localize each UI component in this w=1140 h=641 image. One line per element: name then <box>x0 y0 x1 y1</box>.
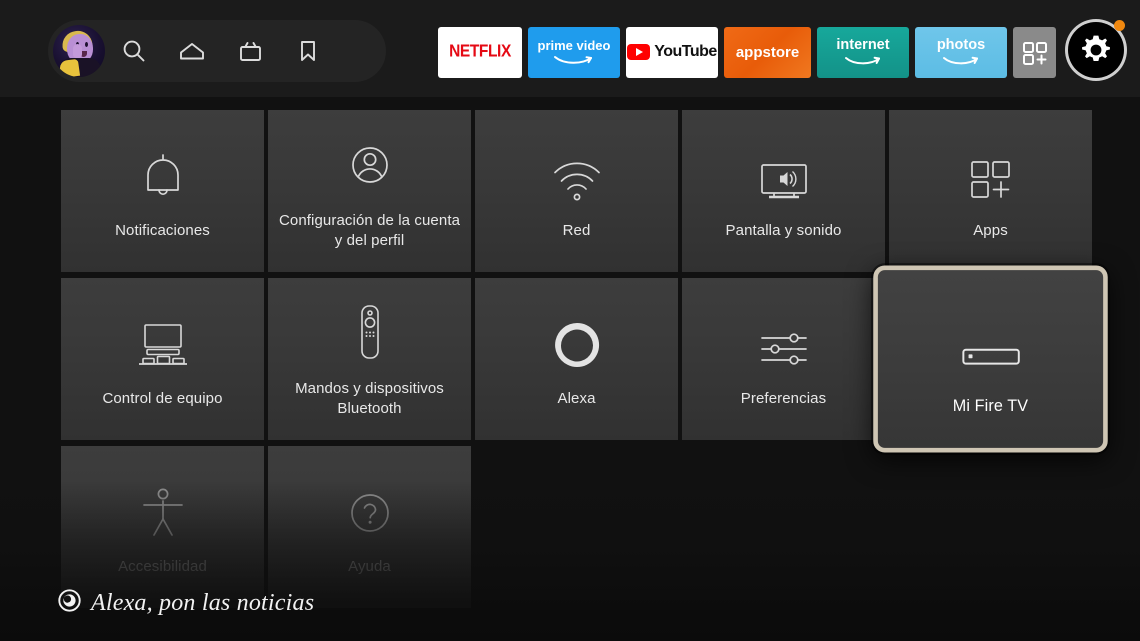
settings-tile-label: Accesibilidad <box>118 558 207 575</box>
settings-tile-apps[interactable]: Apps <box>889 110 1092 272</box>
settings-tile-label: Preferencias <box>740 390 827 407</box>
photos-label: photos <box>936 37 986 54</box>
settings-tile-label: Pantalla y sonido <box>725 222 842 239</box>
alexa-voice-hint: Alexa, pon las noticias <box>58 589 314 617</box>
home-icon[interactable] <box>163 20 221 82</box>
fire-tv-stick-icon <box>958 301 1023 373</box>
alexa-ring-icon <box>551 309 603 371</box>
top-navigation-bar: NETFLIX prime video YouTube appstore int… <box>0 0 1140 97</box>
app-shortcut-netflix[interactable]: NETFLIX <box>438 26 522 78</box>
app-shortcut-youtube[interactable]: YouTube <box>626 26 718 78</box>
avatar-shoulder <box>58 58 81 77</box>
settings-tile-configuracion-cuenta-perfil[interactable]: Configuración de la cuenta y del perfil <box>268 110 471 272</box>
settings-tile-notificaciones[interactable]: Notificaciones <box>61 110 264 272</box>
avatar-eye-right <box>85 42 88 47</box>
notification-badge <box>1114 19 1125 31</box>
youtube-label: YouTube <box>654 43 717 60</box>
settings-tile-label: Notificaciones <box>115 222 210 239</box>
settings-tile-control-equipo[interactable]: Control de equipo <box>61 278 264 440</box>
apps-plus-glyph <box>1022 42 1047 65</box>
account-profile-icon <box>344 131 396 193</box>
fire-tv-settings-screen: NETFLIX prime video YouTube appstore int… <box>0 0 1140 641</box>
settings-tile-accesibilidad[interactable]: Accesibilidad <box>61 446 264 608</box>
app-shortcut-internet[interactable]: internet <box>817 26 909 78</box>
prime-video-label: prime video <box>537 38 611 53</box>
equipment-control-icon <box>131 309 195 371</box>
wifi-icon <box>549 141 605 203</box>
settings-tile-mi-fire-tv[interactable]: Mi Fire TV <box>873 265 1108 453</box>
appstore-label: appstore <box>735 43 800 61</box>
apps-grid-icon <box>964 141 1018 203</box>
profile-avatar[interactable] <box>53 25 105 77</box>
settings-tile-red[interactable]: Red <box>475 110 678 272</box>
app-shortcut-row: NETFLIX prime video YouTube appstore int… <box>438 18 1127 81</box>
netflix-label: NETFLIX <box>449 41 511 61</box>
app-shortcut-appstore[interactable]: appstore <box>724 26 811 78</box>
settings-tile-preferencias[interactable]: Preferencias <box>682 278 885 440</box>
settings-tile-label: Alexa <box>557 390 596 407</box>
settings-tile-label: Configuración de la cuenta y del perfil <box>278 212 461 249</box>
alexa-mic-icon <box>58 589 81 617</box>
settings-tile-label: Apps <box>973 222 1008 239</box>
settings-grid: Notificaciones Configuración de la cuent… <box>61 110 1108 608</box>
settings-tile-ayuda[interactable]: Ayuda <box>268 446 471 608</box>
accessibility-icon <box>139 477 187 539</box>
settings-tile-label: Mandos y dispositivos Bluetooth <box>295 380 444 417</box>
gear-icon <box>1082 35 1110 61</box>
app-shortcut-photos[interactable]: photos <box>915 26 1007 78</box>
settings-tile-label: Red <box>562 222 591 239</box>
settings-gear[interactable] <box>1065 18 1127 81</box>
settings-tile-alexa[interactable]: Alexa <box>475 278 678 440</box>
amazon-smile-icon <box>554 56 592 64</box>
settings-tile-label: Control de equipo <box>102 390 223 407</box>
amazon-smile-icon <box>943 56 978 65</box>
remote-bluetooth-icon <box>350 299 390 361</box>
youtube-play-icon <box>627 44 651 60</box>
display-sound-icon <box>754 141 814 203</box>
add-apps-icon[interactable] <box>1013 26 1056 78</box>
sliders-icon <box>756 309 812 371</box>
help-question-icon <box>344 477 396 539</box>
amazon-smile-icon <box>845 56 880 65</box>
settings-tile-label: Ayuda <box>348 558 391 575</box>
bookmark-icon[interactable] <box>279 20 337 82</box>
avatar-hand <box>73 44 82 58</box>
app-shortcut-prime-video[interactable]: prime video <box>528 26 620 78</box>
bell-icon <box>137 141 189 203</box>
alexa-hint-text: Alexa, pon las noticias <box>91 589 315 616</box>
settings-tile-label: Mi Fire TV <box>952 395 1029 415</box>
nav-pill <box>48 20 386 82</box>
internet-label: internet <box>836 37 890 54</box>
search-icon[interactable] <box>105 20 163 82</box>
settings-tile-pantalla-sonido[interactable]: Pantalla y sonido <box>682 110 885 272</box>
live-tv-icon[interactable] <box>221 20 279 82</box>
settings-tile-mandos-bluetooth[interactable]: Mandos y dispositivos Bluetooth <box>268 278 471 440</box>
